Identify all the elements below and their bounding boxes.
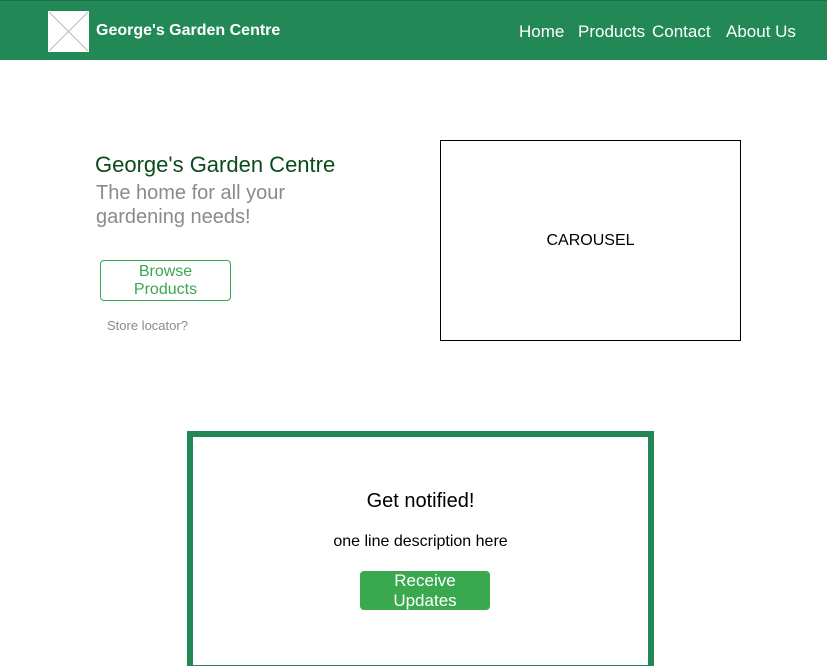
brand-name[interactable]: George's Garden Centre — [96, 22, 280, 40]
receive-updates-button[interactable]: Receive Updates — [360, 571, 490, 610]
hero-title: George's Garden Centre — [95, 152, 336, 177]
notify-description: one line description here — [333, 533, 508, 550]
page: George's Garden Centre Home Products Con… — [0, 0, 827, 666]
store-locator-link[interactable]: Store locator? — [107, 318, 188, 333]
nav-home-link[interactable]: Home — [519, 22, 564, 42]
carousel-label: CAROUSEL — [546, 231, 635, 249]
navbar: George's Garden Centre Home Products Con… — [0, 0, 827, 60]
notify-panel: Get notified! one line description here … — [187, 431, 654, 666]
nav-about-us-link[interactable]: About Us — [726, 22, 796, 42]
browse-products-button[interactable]: Browse Products — [100, 260, 231, 301]
logo-placeholder-icon[interactable] — [48, 11, 89, 52]
carousel[interactable]: CAROUSEL — [440, 140, 741, 341]
hero-subtitle: The home for all your gardening needs! — [96, 182, 285, 228]
nav-contact-link[interactable]: Contact — [652, 22, 711, 42]
nav-products-link[interactable]: Products — [578, 22, 645, 42]
notify-title: Get notified! — [366, 490, 475, 512]
